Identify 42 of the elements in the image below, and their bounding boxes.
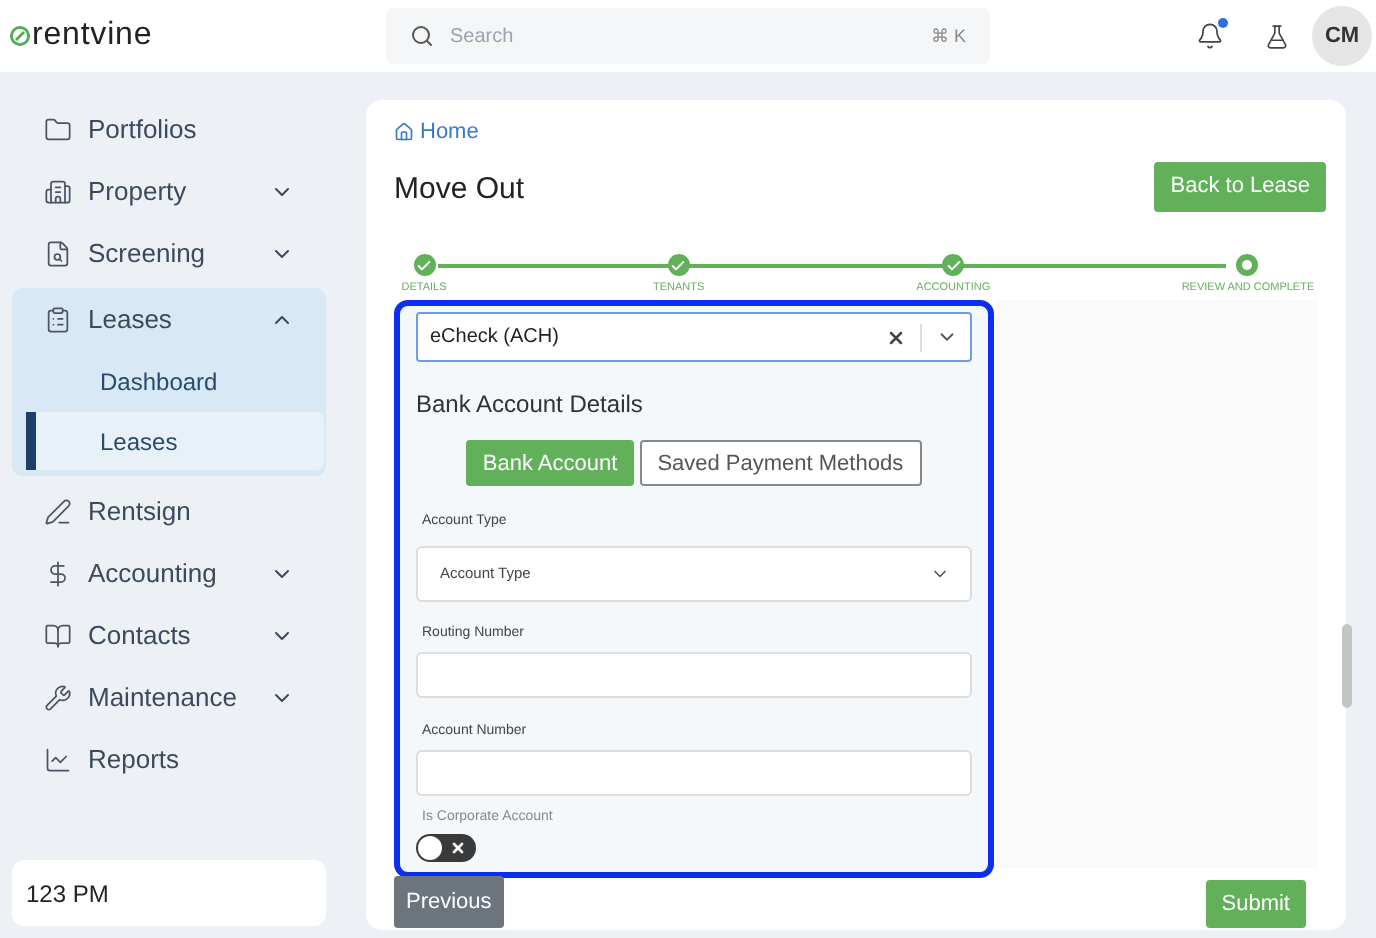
clear-icon[interactable] [886,327,906,348]
building-icon [44,177,72,205]
input-field[interactable] [416,750,972,797]
sidebar-item[interactable]: Portfolios [12,98,326,160]
sidebar-item[interactable]: Reports [12,728,326,790]
pen-icon [44,497,72,525]
shortcut-hint: ⌘ K [930,24,966,50]
x-icon [450,840,466,857]
leaf-logo-icon [10,26,30,46]
input-field[interactable] [416,652,972,699]
scrollbar-thumb[interactable] [1342,624,1352,708]
sidebar-item[interactable]: Maintenance [12,666,326,728]
sidebar-item[interactable]: Property [12,160,326,222]
sidebar-item[interactable]: Accounting [12,542,326,604]
chart-icon [44,745,72,773]
sidebar-item[interactable]: Leases [12,288,326,350]
document-search-icon [44,239,72,267]
toggle-switch[interactable] [416,834,476,863]
flask-button[interactable] [1264,23,1290,49]
home-icon [394,122,414,143]
sidebar-item[interactable]: Screening [12,222,326,284]
select-value: eCheck (ACH) [430,324,561,353]
sidebar-subitem[interactable]: Leases [26,412,324,470]
source-tab[interactable]: Saved Payment Methods [639,440,922,487]
clipboard-icon [44,305,72,333]
wrench-icon [44,683,72,711]
section-title: Bank Account Details [416,388,645,423]
folder-icon [44,115,72,143]
home-link[interactable]: Home [394,116,1318,149]
book-icon [44,621,72,649]
sidebar-subitem[interactable]: Dashboard [36,352,334,410]
sidebar-item[interactable]: Rentsign [12,480,326,542]
notifications-button[interactable] [1196,22,1224,50]
logo-text: rentvine [32,16,153,56]
page-title: Move Out [394,169,525,209]
avatar[interactable]: CM [1312,6,1372,66]
sidebar-item[interactable]: Contacts [12,604,326,666]
previous-button[interactable]: Previous [394,876,504,928]
time-text: 123 PM [26,877,109,911]
payment-method-select[interactable]: eCheck (ACH) [416,312,972,363]
search-icon [410,24,434,48]
dollar-icon [44,559,72,587]
